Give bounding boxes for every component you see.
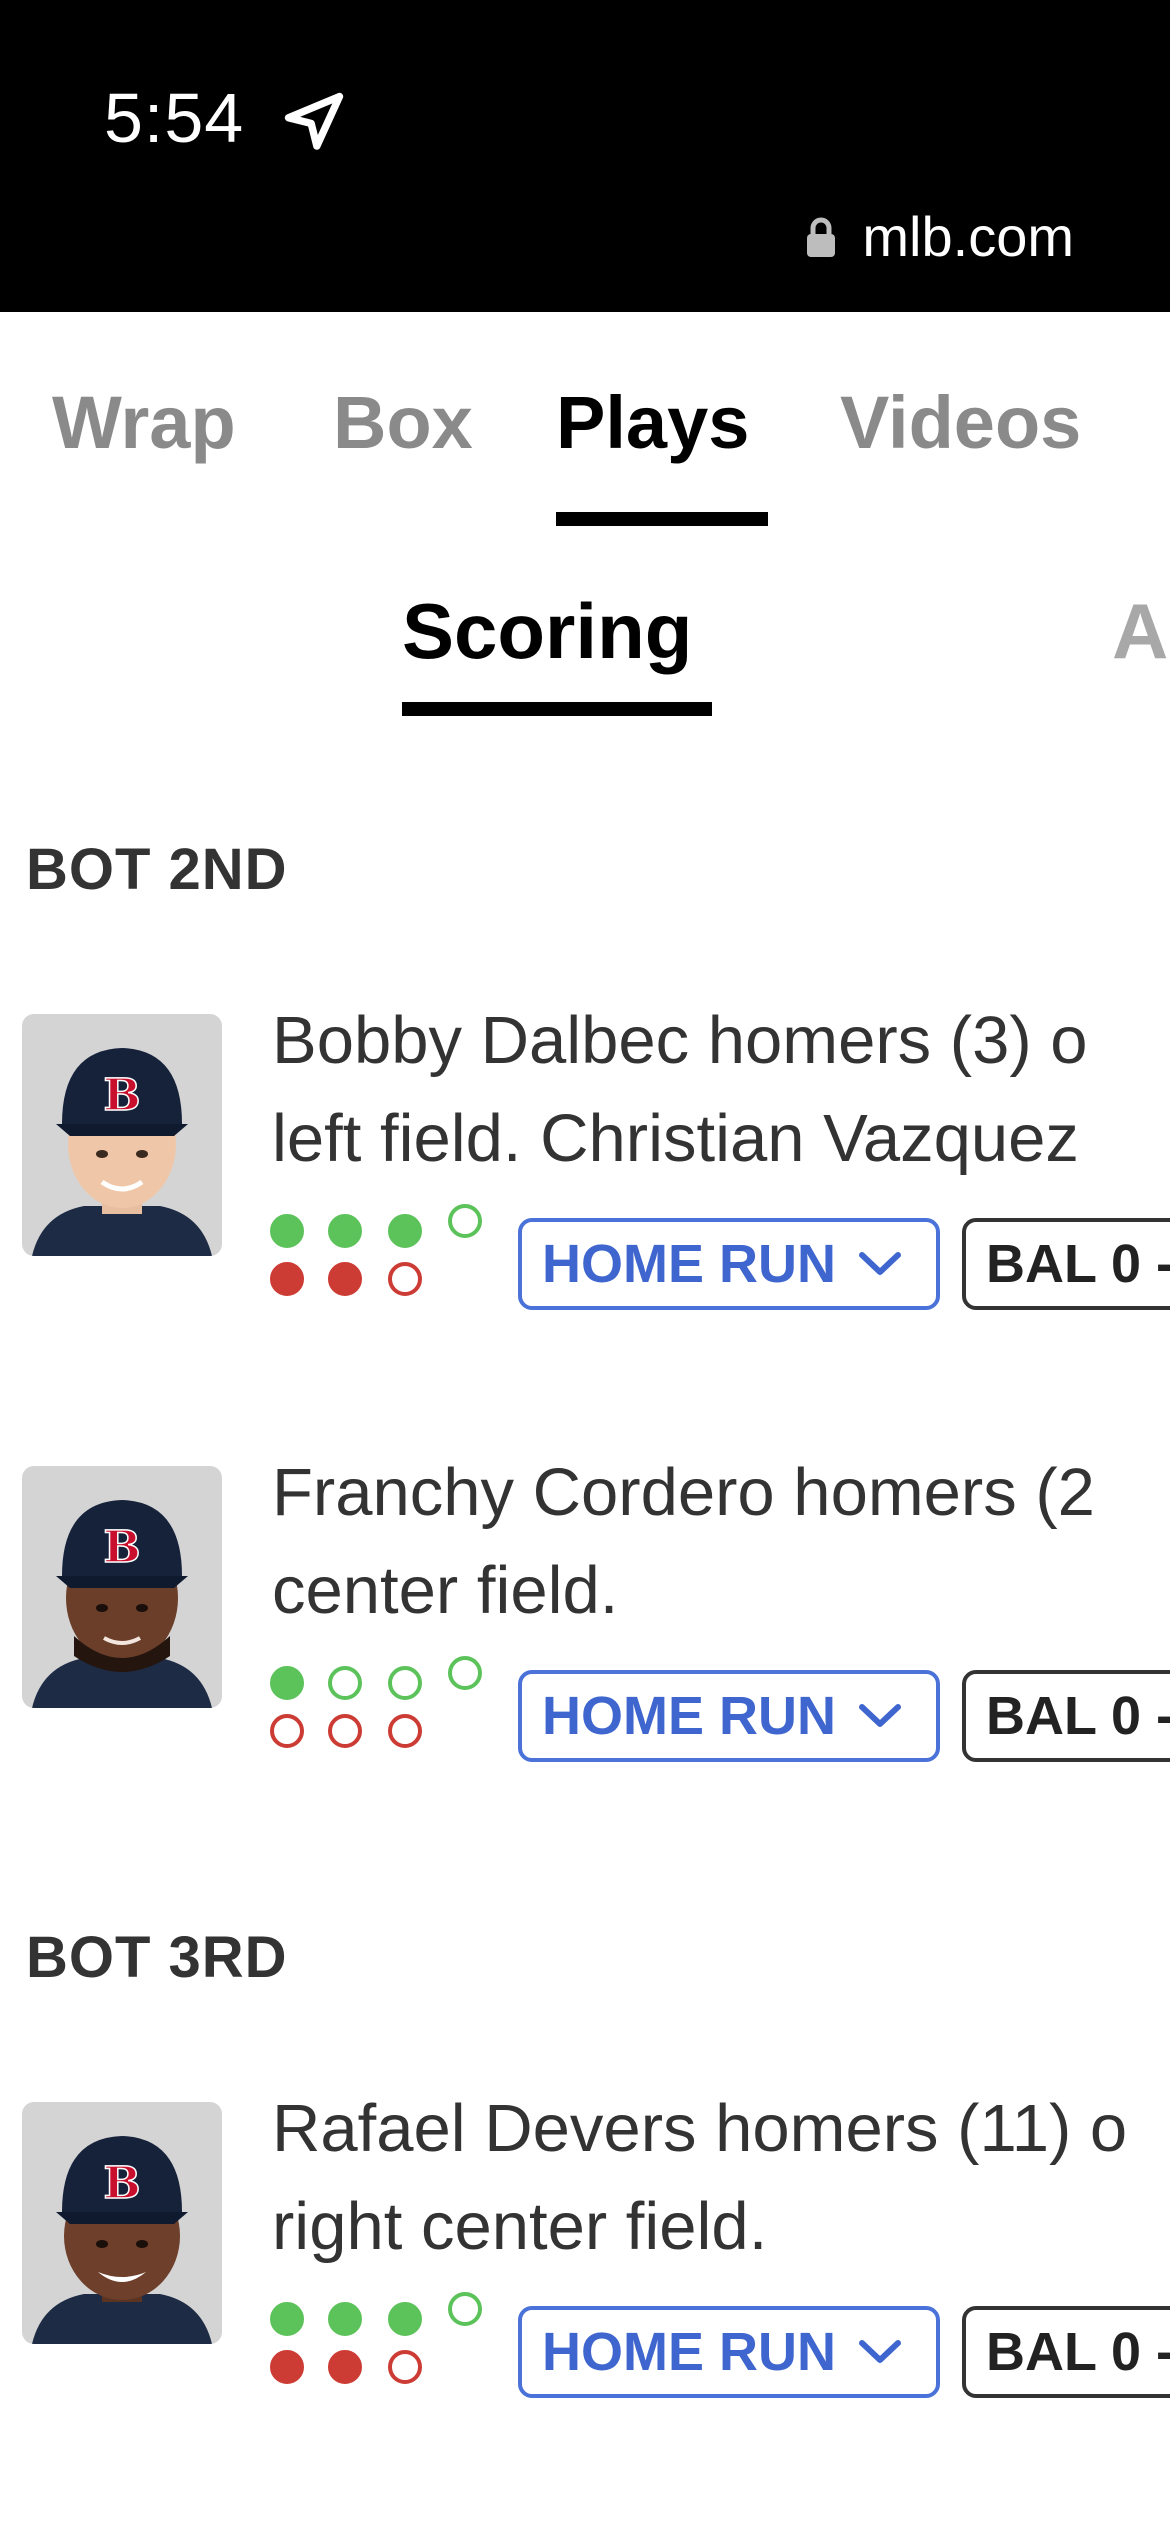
player-photo: B [32,1048,212,1256]
chevron-down-icon [859,1704,901,1727]
runner-dot [328,2302,362,2336]
out-dot [328,1262,362,1296]
play-description: Rafael Devers homers (11) o right center… [272,2080,1127,2276]
play-type-dropdown[interactable]: HOME RUN [518,1670,940,1762]
runner-dot [448,1656,482,1690]
play-description-line2: left field. Christian Vazquez [272,1101,1079,1176]
play-item[interactable]: B Franchy Cordero homers (2 center field… [0,1455,1170,1786]
base-out-indicator [270,1204,500,1314]
active-subtab-indicator [402,702,712,716]
play-description-line2: right center field. [272,2189,768,2264]
play-description-line1: Rafael Devers homers (11) o [272,2091,1128,2166]
url-text: mlb.com [862,205,1074,268]
tab-plays[interactable]: Plays [556,380,749,465]
play-type-label: HOME RUN [542,1234,836,1294]
runner-dot [270,1214,304,1248]
player-photo: B [32,2136,212,2344]
out-dot [328,2350,362,2384]
runner-dot [448,2292,482,2326]
score-badge: BAL 0 - [962,2306,1170,2398]
chevron-down-icon [859,2340,901,2363]
subtab-scoring[interactable]: Scoring [402,586,692,677]
inning-header: BOT 3RD [26,1925,288,1990]
play-description-line1: Bobby Dalbec homers (3) o [272,1003,1088,1078]
chevron-down-icon [859,1252,901,1275]
play-type-dropdown[interactable]: HOME RUN [518,1218,940,1310]
out-dot [270,1714,304,1748]
out-dot [270,1262,304,1296]
play-type-label: HOME RUN [542,1686,836,1746]
player-avatar: B [22,1466,222,1708]
runner-dot [448,1204,482,1238]
runner-dot [388,1666,422,1700]
out-dot [388,1714,422,1748]
main-tabs: Wrap Box Plays Videos [0,370,1170,530]
play-description-line1: Franchy Cordero homers (2 [272,1455,1095,1530]
address-bar[interactable]: mlb.com [804,204,1074,269]
out-dot [270,2350,304,2384]
runner-dot [328,1214,362,1248]
clock: 5:54 [104,79,245,157]
location-arrow-icon [284,92,344,150]
play-description-line2: center field. [272,1553,619,1628]
player-avatar: B [22,2102,222,2344]
tab-videos[interactable]: Videos [840,380,1081,465]
play-type-dropdown[interactable]: HOME RUN [518,2306,940,2398]
runner-dot [270,2302,304,2336]
tab-wrap[interactable]: Wrap [52,380,236,465]
play-item[interactable]: B Bobby Dalbec homers (3) o left field. … [0,1003,1170,1334]
red-sox-b-logo-icon: B [103,2157,142,2210]
runner-dot [328,1666,362,1700]
score-badge: BAL 0 - [962,1218,1170,1310]
tab-box[interactable]: Box [333,380,473,465]
runner-dot [388,1214,422,1248]
out-dot [388,2350,422,2384]
play-item[interactable]: B Rafael Devers homers (11) o right cent… [0,2091,1170,2422]
active-tab-indicator [556,512,768,526]
base-out-indicator [270,1656,500,1766]
base-out-indicator [270,2292,500,2402]
svg-text:B: B [103,2158,140,2209]
svg-text:B: B [103,1522,140,1573]
play-description: Bobby Dalbec homers (3) o left field. Ch… [272,992,1088,1188]
svg-text:B: B [103,1070,140,1121]
status-bar: 5:54 mlb.com [0,0,1170,312]
red-sox-b-logo-icon: B [103,1521,142,1574]
player-avatar: B [22,1014,222,1256]
runner-dot [388,2302,422,2336]
lock-icon [807,217,836,257]
runner-dot [270,1666,304,1700]
play-description: Franchy Cordero homers (2 center field. [272,1444,1095,1640]
out-dot [388,1262,422,1296]
score-badge: BAL 0 - [962,1670,1170,1762]
red-sox-b-logo-icon: B [103,1069,142,1122]
inning-header: BOT 2ND [26,837,288,902]
player-photo: B [32,1500,212,1708]
subtab-all[interactable]: A [1112,586,1168,677]
play-type-label: HOME RUN [542,2322,836,2382]
out-dot [328,1714,362,1748]
